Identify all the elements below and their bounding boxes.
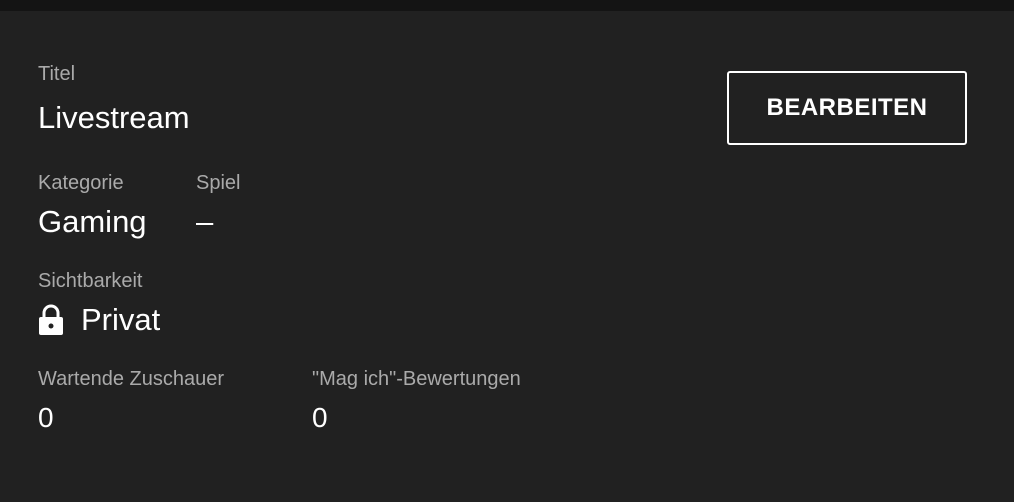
edit-button[interactable]: BEARBEITEN (727, 71, 967, 145)
game-label: Spiel (196, 172, 241, 194)
visibility-value: Privat (81, 302, 161, 337)
category-label: Kategorie (38, 172, 124, 194)
title-label: Titel (38, 63, 76, 85)
likes-label: "Mag ich"-Bewertungen (312, 368, 521, 390)
likes-value: 0 (312, 402, 328, 433)
waiting-viewers-label: Wartende Zuschauer (38, 368, 225, 390)
waiting-viewers-value: 0 (38, 402, 54, 433)
lock-icon (38, 304, 64, 336)
title-value: Livestream (38, 100, 190, 135)
visibility-label: Sichtbarkeit (38, 270, 143, 292)
top-bar (0, 0, 1014, 11)
visibility-value-row: Privat (38, 302, 160, 338)
category-value: Gaming (38, 204, 147, 239)
game-value: – (196, 204, 214, 239)
